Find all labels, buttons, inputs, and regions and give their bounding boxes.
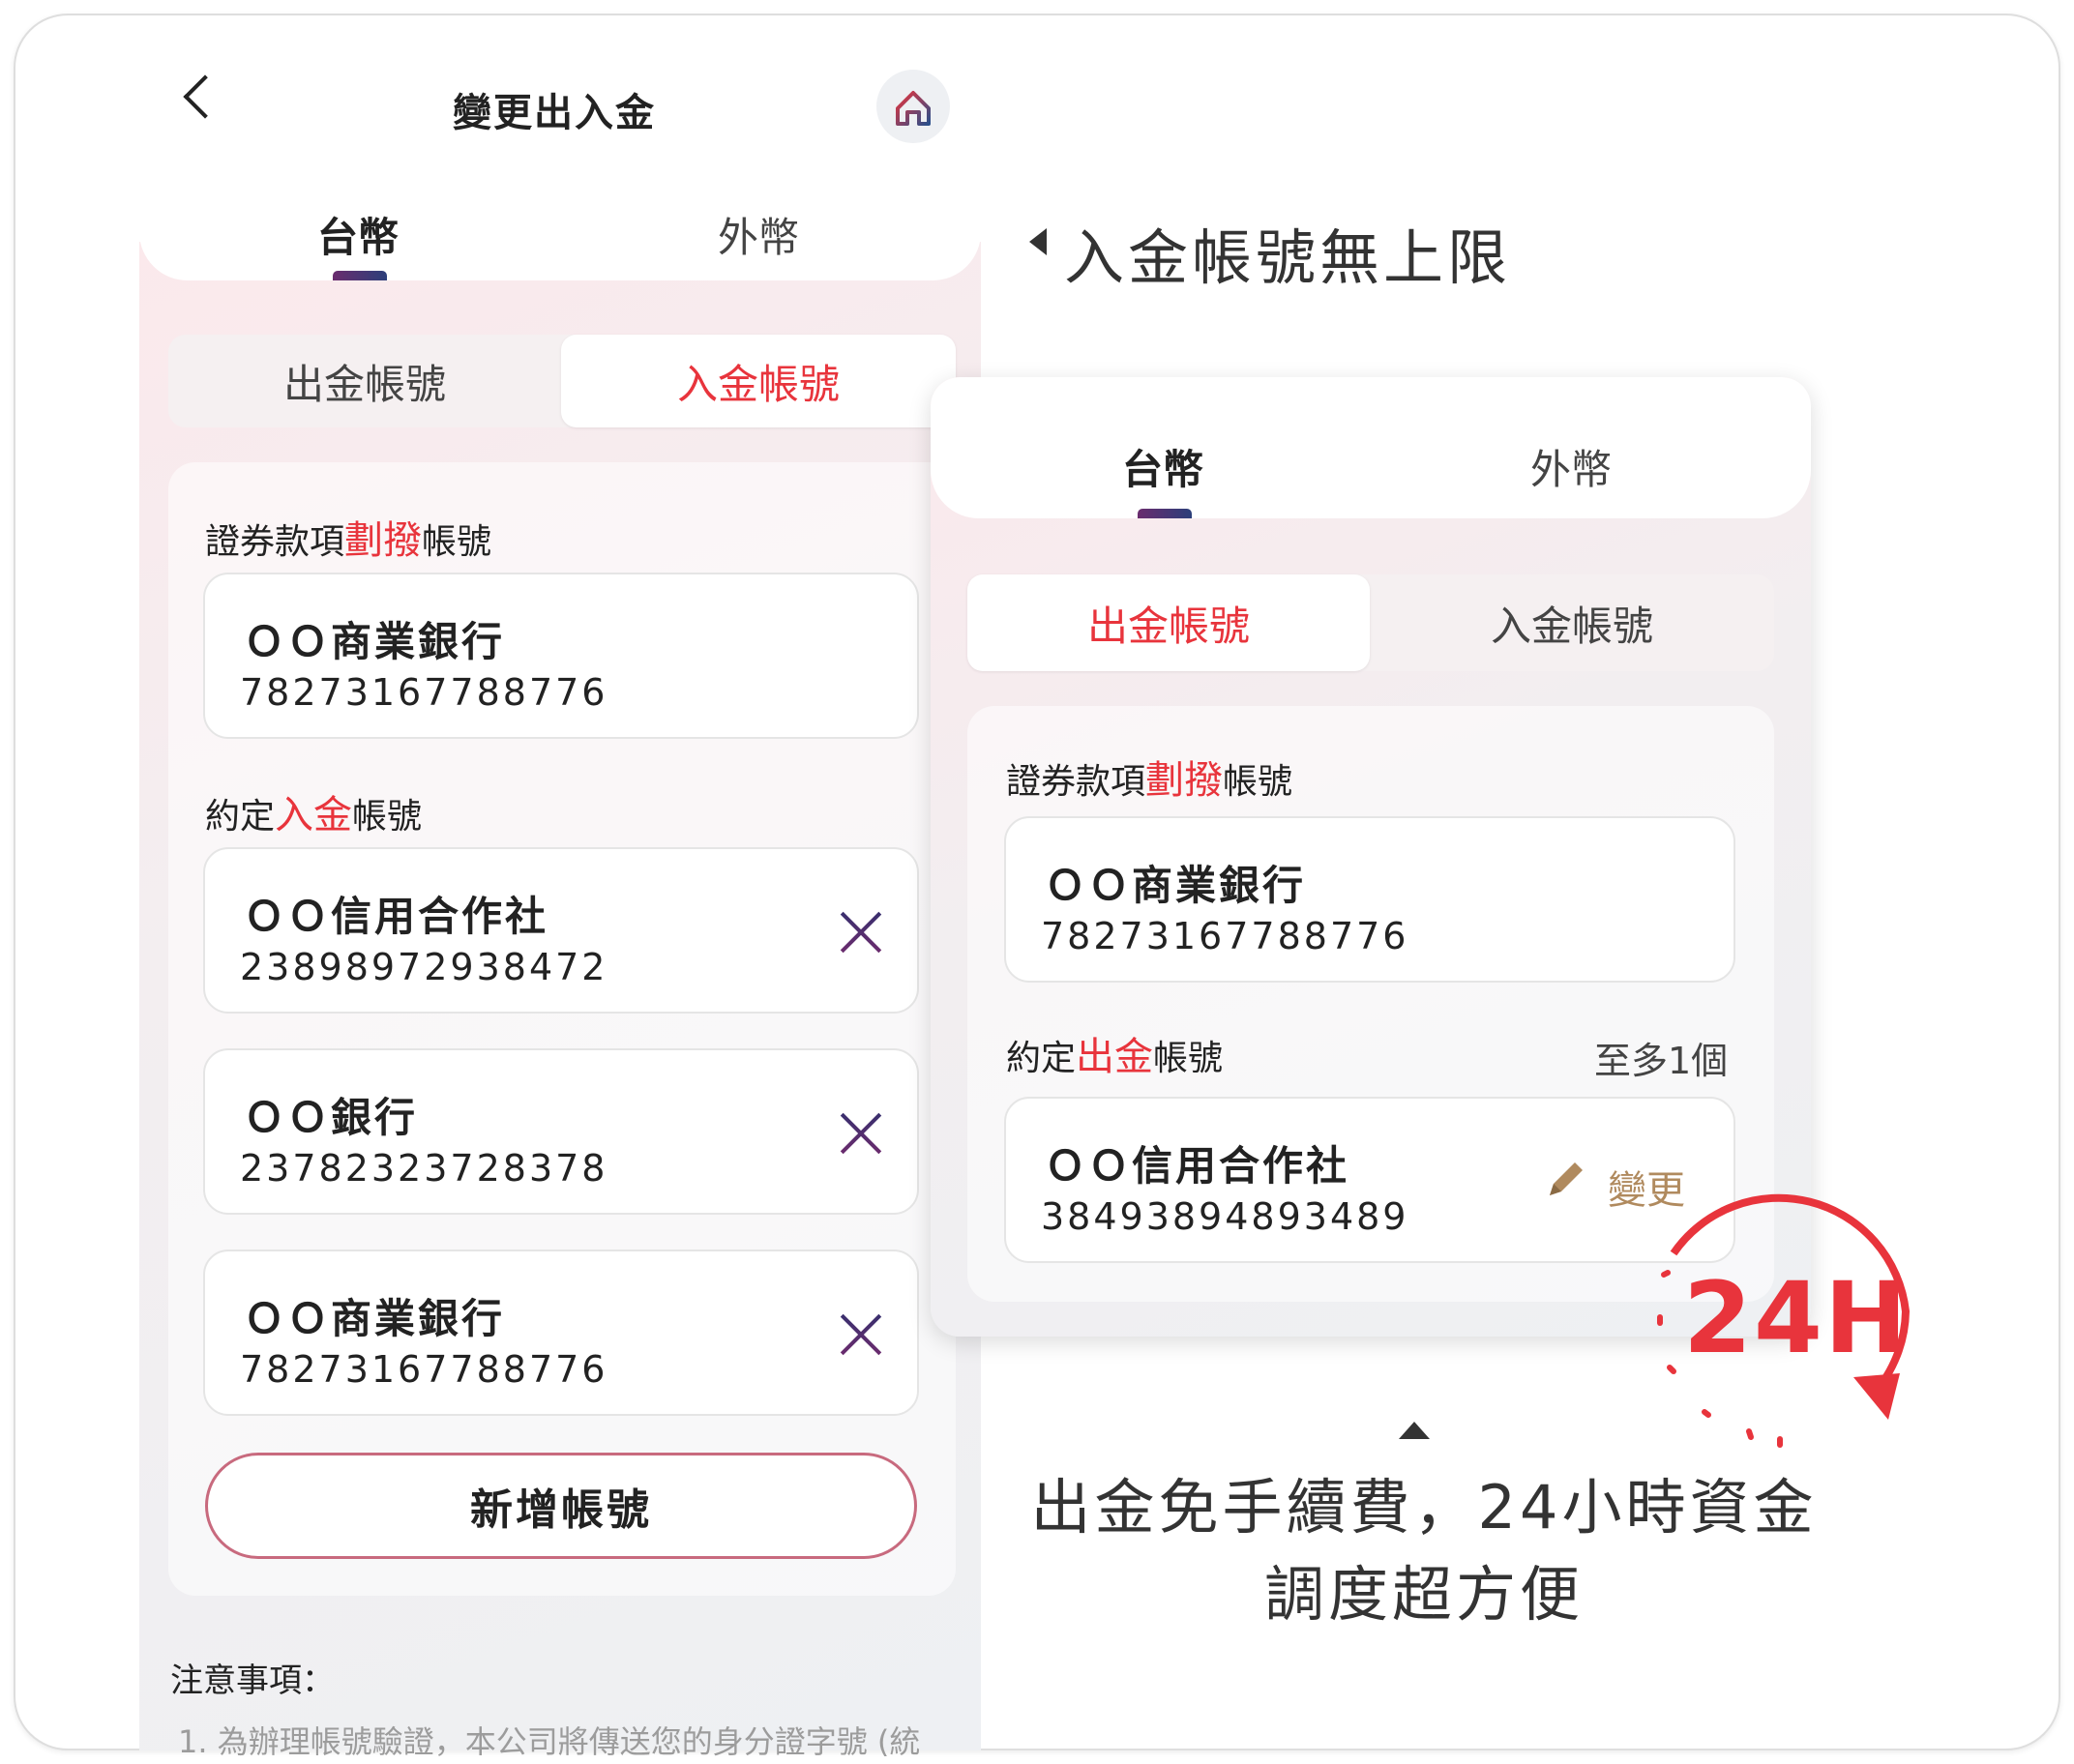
withdraw-account-label: 約定出金帳號 xyxy=(1006,1025,1223,1081)
label-text: 帳號 xyxy=(422,522,492,562)
add-account-button[interactable]: 新增帳號 xyxy=(205,1453,917,1559)
home-button[interactable] xyxy=(876,70,950,143)
deposit-account-label: 約定入金帳號 xyxy=(205,783,422,839)
tab-foreign[interactable]: 外幣 xyxy=(1530,437,1612,496)
notice-title: 注意事項： xyxy=(170,1661,335,1700)
remove-account-icon[interactable] xyxy=(838,1110,884,1157)
bank-name: ＯＯ信用合作社 xyxy=(244,893,549,940)
tab-twd[interactable]: 台幣 xyxy=(1122,437,1203,496)
label-text: 證券款項 xyxy=(205,522,345,562)
page-title: 變更出入金 xyxy=(453,91,656,135)
label-text: 帳號 xyxy=(1223,762,1293,802)
remove-account-icon[interactable] xyxy=(838,1311,884,1358)
segment-withdraw-accounts[interactable]: 出金帳號 xyxy=(168,335,561,427)
label-highlight: 劃撥 xyxy=(344,518,423,563)
transfer-account-label: 證券款項劃撥帳號 xyxy=(1006,749,1292,805)
home-icon xyxy=(896,91,931,126)
bank-name: ＯＯ銀行 xyxy=(244,1094,419,1141)
tab-foreign[interactable]: 外幣 xyxy=(718,205,799,264)
pencil-icon xyxy=(1550,1162,1583,1195)
label-text: 證券款項 xyxy=(1006,762,1146,802)
remove-account-icon[interactable] xyxy=(838,909,884,956)
caption-pointer-icon xyxy=(1399,1422,1430,1439)
24h-badge: 24H xyxy=(1683,1261,1910,1376)
label-highlight: 入金 xyxy=(275,793,353,838)
feature-caption-line1: 出金免手續費，24小時資金 xyxy=(1030,1472,1818,1543)
label-text: 約定 xyxy=(205,797,276,837)
heading-pointer-icon xyxy=(1029,228,1047,255)
bank-name: ＯＯ商業銀行 xyxy=(244,618,506,665)
bank-name: ＯＯ商業銀行 xyxy=(1045,862,1307,909)
account-number: 38493894893489 xyxy=(1041,1195,1409,1238)
account-type-segment: 出金帳號 入金帳號 xyxy=(168,335,956,427)
currency-tabbar xyxy=(139,155,981,280)
tab-twd[interactable]: 台幣 xyxy=(317,205,399,264)
label-text: 約定 xyxy=(1006,1039,1077,1078)
label-text: 帳號 xyxy=(1153,1039,1224,1078)
deposit-account-card: ＯＯ銀行 23782323728378 xyxy=(203,1048,919,1215)
segment-deposit-accounts[interactable]: 入金帳號 xyxy=(1370,574,1774,671)
deposit-account-card: ＯＯ商業銀行 78273167788776 xyxy=(203,1250,919,1416)
account-type-segment: 出金帳號 入金帳號 xyxy=(967,574,1774,671)
account-number: 78273167788776 xyxy=(1041,915,1409,957)
transfer-account-card: ＯＯ商業銀行 78273167788776 xyxy=(203,573,919,739)
account-number: 78273167788776 xyxy=(240,671,608,714)
account-number: 78273167788776 xyxy=(240,1348,608,1391)
notice-line: 1. 為辦理帳號驗證，本公司將傳送您的身分證字號 (統 xyxy=(178,1723,921,1760)
withdraw-account-card: ＯＯ信用合作社 38493894893489 變更 xyxy=(1004,1097,1735,1263)
segment-withdraw-accounts[interactable]: 出金帳號 xyxy=(967,574,1370,671)
bank-name: ＯＯ信用合作社 xyxy=(1045,1142,1350,1190)
transfer-account-card: ＯＯ商業銀行 78273167788776 xyxy=(1004,816,1735,983)
account-limit-note: 至多1個 xyxy=(1594,1040,1729,1082)
tab-indicator xyxy=(1138,509,1192,518)
label-highlight: 出金 xyxy=(1076,1035,1154,1079)
label-highlight: 劃撥 xyxy=(1145,758,1224,803)
account-number: 23782323728378 xyxy=(240,1147,608,1190)
currency-tabbar xyxy=(931,377,1811,518)
account-number: 23898972938472 xyxy=(240,946,608,988)
bank-name: ＯＯ商業銀行 xyxy=(244,1295,506,1342)
feature-caption-line2: 調度超方便 xyxy=(1263,1559,1584,1630)
segment-deposit-accounts[interactable]: 入金帳號 xyxy=(561,335,956,427)
label-text: 帳號 xyxy=(352,797,423,837)
transfer-account-label: 證券款項劃撥帳號 xyxy=(205,509,491,565)
feature-heading: 入金帳號無上限 xyxy=(1064,222,1512,293)
tab-indicator xyxy=(333,271,387,280)
deposit-account-card: ＯＯ信用合作社 23898972938472 xyxy=(203,847,919,1014)
